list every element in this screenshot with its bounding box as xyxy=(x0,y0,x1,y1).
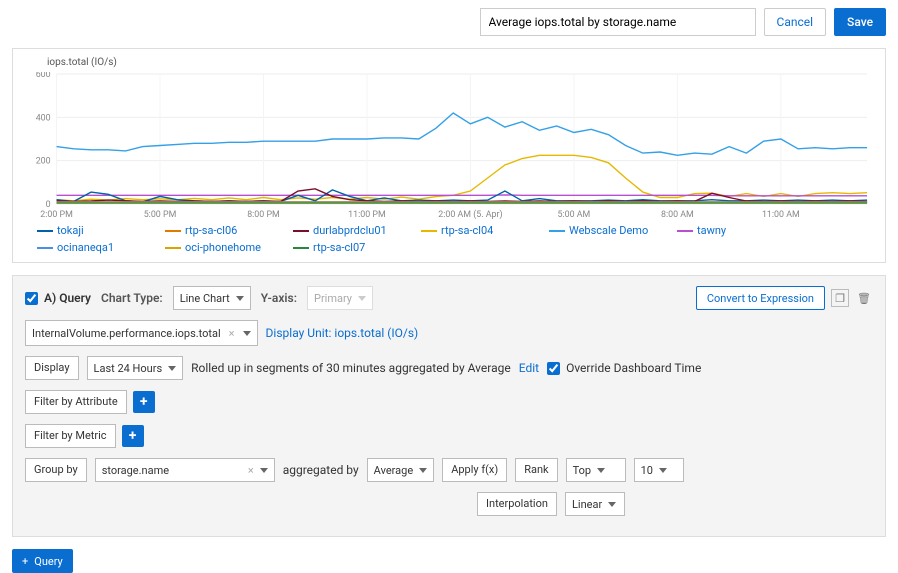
chevron-down-icon xyxy=(236,296,244,301)
legend-item[interactable]: oci-phonehome xyxy=(165,241,285,254)
legend-item[interactable]: rtp-sa-cl07 xyxy=(293,241,413,254)
chart-container: iops.total (IO/s) 0 200 400 600 2:00 PM 5:00 … xyxy=(12,48,886,263)
convert-to-expression-button[interactable]: Convert to Expression xyxy=(696,286,825,310)
chevron-down-icon xyxy=(659,468,667,473)
svg-text:11:00 AM: 11:00 AM xyxy=(762,210,800,220)
legend-swatch xyxy=(677,230,693,232)
legend-item[interactable]: tawny xyxy=(677,224,797,237)
override-time-checkbox[interactable]: Override Dashboard Time xyxy=(547,361,701,375)
legend-label: tokaji xyxy=(57,224,84,237)
chevron-down-icon xyxy=(243,331,251,336)
plus-icon: + xyxy=(22,555,28,568)
chevron-down-icon xyxy=(260,468,268,473)
aggregate-select[interactable]: Average xyxy=(367,458,435,482)
groupby-button[interactable]: Group by xyxy=(25,458,87,482)
legend-swatch xyxy=(37,247,53,249)
line-chart[interactable]: 0 200 400 600 2:00 PM 5:00 PM 8:00 PM 11:00 PM 2… xyxy=(25,72,873,220)
chevron-down-icon xyxy=(597,468,605,473)
interpolation-label: Interpolation xyxy=(477,492,557,516)
svg-text:8:00 AM: 8:00 AM xyxy=(661,210,694,220)
legend-label: Webscale Demo xyxy=(569,224,648,237)
widget-title-input[interactable] xyxy=(480,8,756,36)
legend-label: rtp-sa-cl07 xyxy=(313,241,365,254)
chart-type-select[interactable]: Line Chart xyxy=(173,286,251,310)
interpolation-select[interactable]: Linear xyxy=(565,492,625,516)
duplicate-icon[interactable]: ❐ xyxy=(831,289,849,307)
legend-item[interactable]: rtp-sa-cl04 xyxy=(421,224,541,237)
svg-text:200: 200 xyxy=(36,157,51,167)
time-range-select[interactable]: Last 24 Hours xyxy=(87,356,184,380)
svg-text:2:00 PM: 2:00 PM xyxy=(40,210,73,220)
legend-label: ocinaneqa1 xyxy=(57,241,114,254)
legend-swatch xyxy=(421,230,437,232)
filter-attribute-button[interactable]: Filter by Attribute xyxy=(25,390,127,414)
query-panel: A) Query Chart Type: Line Chart Y-axis: … xyxy=(12,275,886,537)
clear-icon[interactable]: × xyxy=(229,327,235,340)
add-query-button[interactable]: + Query xyxy=(12,549,73,573)
legend-swatch xyxy=(165,230,181,232)
rank-direction-select[interactable]: Top xyxy=(566,458,626,482)
svg-text:400: 400 xyxy=(36,113,51,123)
groupby-field[interactable]: storage.name × xyxy=(95,458,275,482)
legend-swatch xyxy=(37,230,53,232)
legend-label: oci-phonehome xyxy=(185,241,261,254)
add-filter-metric-button[interactable]: + xyxy=(122,425,144,447)
chart-legend: tokaji rtp-sa-cl06 durlabprdclu01 rtp-sa-cl… xyxy=(25,220,873,254)
legend-swatch xyxy=(165,247,181,249)
legend-swatch xyxy=(293,247,309,249)
query-enable-checkbox[interactable]: A) Query xyxy=(25,291,91,305)
checkbox-icon[interactable] xyxy=(547,362,560,375)
checkbox-icon[interactable] xyxy=(25,292,38,305)
yaxis-label: Y-axis: xyxy=(261,291,297,305)
legend-item[interactable]: rtp-sa-cl06 xyxy=(165,224,285,237)
chevron-down-icon xyxy=(608,502,616,507)
legend-item[interactable]: ocinaneqa1 xyxy=(37,241,157,254)
svg-text:600: 600 xyxy=(36,72,51,80)
display-unit-link[interactable]: Display Unit: iops.total (IO/s) xyxy=(266,326,419,340)
legend-item[interactable]: tokaji xyxy=(37,224,157,237)
chevron-down-icon xyxy=(168,366,176,371)
svg-text:5:00 PM: 5:00 PM xyxy=(144,210,177,220)
rank-count-select[interactable]: 10 xyxy=(634,458,684,482)
add-filter-attribute-button[interactable]: + xyxy=(133,391,155,413)
trash-icon[interactable]: 🗑 xyxy=(855,289,873,307)
apply-fx-button[interactable]: Apply f(x) xyxy=(442,458,507,482)
save-button[interactable]: Save xyxy=(834,8,886,36)
legend-item[interactable]: Webscale Demo xyxy=(549,224,669,237)
legend-label: tawny xyxy=(697,224,726,237)
legend-item[interactable]: durlabprdclu01 xyxy=(293,224,413,237)
legend-label: durlabprdclu01 xyxy=(313,224,387,237)
svg-text:8:00 PM: 8:00 PM xyxy=(247,210,280,220)
svg-text:5:00 AM: 5:00 AM xyxy=(558,210,591,220)
svg-text:11:00 PM: 11:00 PM xyxy=(348,210,386,220)
legend-label: rtp-sa-cl06 xyxy=(185,224,237,237)
chart-type-label: Chart Type: xyxy=(101,291,163,305)
svg-text:2:00 AM (5. Apr): 2:00 AM (5. Apr) xyxy=(438,209,502,220)
chevron-down-icon xyxy=(358,296,366,301)
filter-metric-button[interactable]: Filter by Metric xyxy=(25,424,116,448)
yaxis-select: Primary xyxy=(307,286,373,310)
aggregated-by-label: aggregated by xyxy=(283,463,359,477)
rollup-text: Rolled up in segments of 30 minutes aggr… xyxy=(191,361,511,375)
svg-text:0: 0 xyxy=(46,200,51,210)
cancel-button[interactable]: Cancel xyxy=(764,8,827,36)
edit-rollup-link[interactable]: Edit xyxy=(519,361,539,375)
legend-swatch xyxy=(293,230,309,232)
legend-swatch xyxy=(549,230,565,232)
clear-icon[interactable]: × xyxy=(248,464,254,477)
chevron-down-icon xyxy=(419,468,427,473)
metric-picker[interactable]: InternalVolume.performance.iops.total × xyxy=(25,320,258,346)
y-axis-label: iops.total (IO/s) xyxy=(47,57,873,68)
legend-label: rtp-sa-cl04 xyxy=(441,224,493,237)
display-button[interactable]: Display xyxy=(25,356,79,380)
rank-label: Rank xyxy=(515,458,557,482)
